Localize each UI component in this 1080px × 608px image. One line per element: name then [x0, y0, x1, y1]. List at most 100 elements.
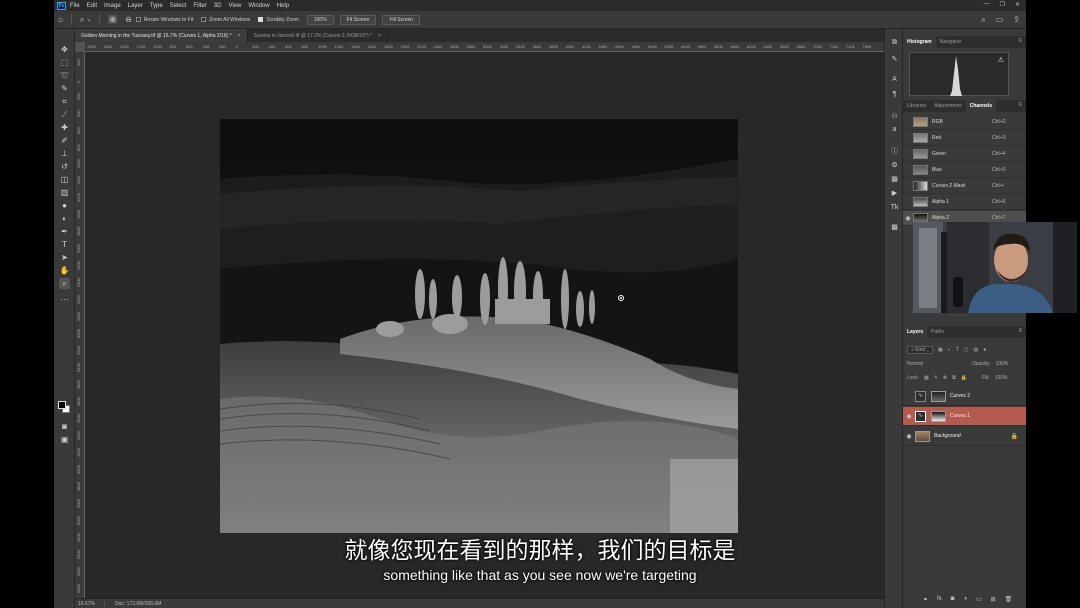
tab-adjustments[interactable]: Adjustments — [930, 100, 966, 112]
layer-row[interactable]: ◉ Background 🔒 — [903, 427, 1026, 446]
close-tab-icon[interactable]: × — [238, 33, 241, 39]
blur-tool-icon[interactable]: ● — [59, 200, 70, 211]
lock-pixels-icon[interactable]: ✎ — [934, 375, 938, 381]
visibility-icon[interactable]: ◉ — [903, 433, 915, 440]
zoom-out-icon[interactable]: ⊖ — [125, 15, 132, 24]
panel-menu-icon[interactable]: ≡ — [1018, 38, 1022, 44]
actions-panel-icon[interactable]: ▶ — [889, 188, 900, 199]
blend-mode-select[interactable]: Normal — [907, 361, 923, 367]
history-brush-icon[interactable]: ↺ — [59, 161, 70, 172]
menu-edit[interactable]: Edit — [87, 3, 97, 9]
character-panel-icon[interactable]: A — [889, 74, 900, 85]
quick-mask-icon[interactable]: ◙ — [59, 421, 70, 432]
canvas-area[interactable] — [85, 52, 915, 598]
zoom-tool-icon[interactable]: ⌕ — [59, 278, 70, 289]
menu-layer[interactable]: Layer — [128, 3, 143, 9]
menu-file[interactable]: File — [70, 3, 80, 9]
add-mask-icon[interactable]: ◙ — [951, 596, 955, 603]
type-tool-icon[interactable]: T — [59, 239, 70, 250]
resize-windows-checkbox[interactable]: Resize Windows to Fit — [135, 17, 193, 23]
fit-screen-button[interactable]: Fit Screen — [339, 14, 377, 25]
hand-tool-icon[interactable]: ✋ — [59, 265, 70, 276]
kind-filter-select[interactable]: ⌕ Kind ⌄ — [907, 346, 933, 354]
screen-mode-icon[interactable]: ▣ — [59, 434, 70, 445]
channel-row[interactable]: RGB Ctrl+2 — [903, 115, 1026, 130]
swatches-panel-icon[interactable]: ▦ — [889, 174, 900, 185]
lock-artboard-icon[interactable]: ⧉ — [952, 375, 956, 381]
opacity-value[interactable]: 100% — [995, 361, 1008, 367]
tab-histogram[interactable]: Histogram — [903, 36, 936, 48]
plugin-panel-icon[interactable]: ▩ — [889, 222, 900, 233]
more-tools-icon[interactable]: ⋯ — [59, 294, 70, 305]
layer-name[interactable]: Curves 2 — [950, 393, 970, 399]
tab-navigator[interactable]: Navigator — [936, 36, 965, 48]
paragraph-panel-icon[interactable]: ¶ — [889, 89, 900, 100]
tab-paths[interactable]: Paths — [927, 326, 948, 338]
fill-screen-button[interactable]: Fill Screen — [382, 14, 421, 25]
tab-layers[interactable]: Layers — [903, 326, 928, 338]
visibility-icon[interactable]: ◉ — [903, 413, 915, 420]
zoom-in-icon[interactable]: ⊕ — [108, 15, 118, 24]
tab-libraries[interactable]: Libraries — [903, 100, 930, 112]
photoshop-logo-icon[interactable]: Ps — [57, 1, 66, 10]
search-icon[interactable]: ⌕ — [981, 15, 985, 25]
minimize-icon[interactable]: — — [984, 1, 990, 8]
workspace-icon[interactable]: ▭ — [996, 15, 1004, 25]
scrubby-zoom-checkbox[interactable]: Scrubby Zoom — [258, 17, 299, 23]
clone-source-icon[interactable]: ⚇ — [889, 111, 900, 122]
marquee-tool-icon[interactable]: ⬚ — [59, 57, 70, 68]
brush-tool-icon[interactable]: ✐ — [59, 135, 70, 146]
foreground-color-swatch[interactable] — [58, 401, 66, 409]
filter-adjustment-icon[interactable]: ◐ — [948, 347, 951, 353]
pen-tool-icon[interactable]: ✒ — [59, 226, 70, 237]
tab-sunrise-janosik[interactable]: Sunrise in Janosik.tif @ 17.2% (Curves 3… — [248, 29, 388, 42]
filter-smart-icon[interactable]: ▤ — [974, 347, 979, 353]
visibility-icon[interactable]: ◉ — [903, 215, 913, 222]
chevron-down-icon[interactable]: ⌄ — [86, 16, 91, 23]
menu-filter[interactable]: Filter — [193, 3, 206, 9]
tab-golden-morning[interactable]: Golden Morning in the Tuscany.tif @ 16.7… — [75, 29, 248, 42]
stamp-tool-icon[interactable]: ⊥ — [59, 148, 70, 159]
healing-tool-icon[interactable]: ✚ — [59, 122, 70, 133]
home-icon[interactable]: ⌂ — [58, 15, 63, 24]
panel-menu-icon[interactable]: ≡ — [1018, 102, 1022, 108]
doc-size[interactable]: Doc: 172,6M/336,0M — [115, 601, 161, 607]
menu-3d[interactable]: 3D — [214, 3, 222, 9]
glyphs-icon[interactable]: a — [889, 124, 900, 135]
ruler-horizontal[interactable]: 1800 1600 1400 1200 1000 800 600 400 200 0 200 400 6… — [85, 42, 915, 52]
warning-icon[interactable]: ⚠ — [998, 56, 1004, 64]
filter-toggle-icon[interactable]: ● — [983, 347, 986, 353]
layer-row[interactable]: ∿ Curves 2 — [903, 387, 1026, 406]
new-layer-icon[interactable]: ⊞ — [991, 596, 996, 603]
zoom-all-windows-checkbox[interactable]: Zoom All Windows — [201, 17, 250, 23]
fx-icon[interactable]: fx — [937, 596, 942, 603]
layer-mask-thumbnail[interactable] — [931, 410, 946, 422]
move-tool-icon[interactable]: ✥ — [59, 44, 70, 55]
new-adjustment-icon[interactable]: ◑ — [963, 596, 967, 603]
type-panel-icon[interactable]: Tk — [889, 202, 900, 213]
share-icon[interactable]: ⇪ — [1013, 15, 1020, 25]
close-tab-icon[interactable]: × — [378, 33, 381, 39]
menu-view[interactable]: View — [228, 3, 241, 9]
filter-type-icon[interactable]: T — [956, 347, 959, 353]
lock-transparency-icon[interactable]: ▦ — [924, 375, 929, 381]
ruler-vertical[interactable]: 200 0 200 400 600 800 1000 1200 1400 1600 1800 2000… — [75, 52, 85, 598]
channel-row[interactable]: Curves 2 Mask Ctrl+\ — [903, 179, 1026, 194]
menu-image[interactable]: Image — [104, 3, 121, 9]
fill-value[interactable]: 100% — [995, 375, 1008, 381]
menu-type[interactable]: Type — [150, 3, 163, 9]
channel-row[interactable]: Alpha 1 Ctrl+6 — [903, 195, 1026, 210]
filter-shape-icon[interactable]: ▢ — [964, 347, 969, 353]
history-panel-icon[interactable]: ⧉ — [889, 37, 900, 48]
layer-name[interactable]: Curves 1 — [950, 413, 970, 419]
close-window-icon[interactable]: ✕ — [1015, 1, 1020, 8]
menu-select[interactable]: Select — [170, 3, 187, 9]
zoom-tool-preset-icon[interactable]: ⌕ — [80, 15, 84, 25]
properties-panel-icon[interactable]: ⚙ — [889, 160, 900, 171]
lasso-tool-icon[interactable]: ➰ — [59, 70, 70, 81]
layer-name[interactable]: Background — [934, 433, 961, 439]
channel-row[interactable]: Green Ctrl+4 — [903, 147, 1026, 162]
restore-icon[interactable]: ❐ — [1000, 1, 1005, 8]
info-panel-icon[interactable]: ⓘ — [889, 146, 900, 157]
eyedropper-tool-icon[interactable]: ⟋ — [59, 109, 70, 120]
